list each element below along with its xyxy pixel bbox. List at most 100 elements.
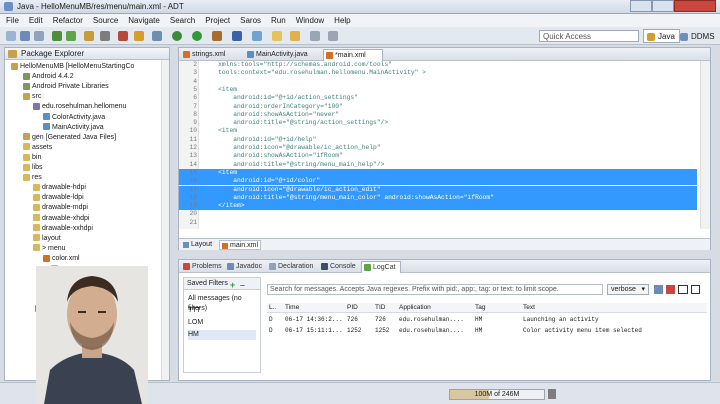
- code-line[interactable]: 14 android:title="@string/menu_main_help…: [179, 161, 697, 169]
- code-line[interactable]: 5 <item: [179, 86, 697, 94]
- tree-item[interactable]: src: [23, 92, 41, 102]
- perspective-ddms-button[interactable]: DDMS: [676, 29, 720, 43]
- tree-item[interactable]: color.xml: [43, 254, 80, 264]
- code-line[interactable]: 4: [179, 78, 697, 86]
- scroll-lock-icon[interactable]: [691, 285, 700, 294]
- menu-help[interactable]: Help: [334, 16, 350, 25]
- menu-search[interactable]: Search: [170, 16, 195, 25]
- debug-icon[interactable]: [172, 31, 182, 41]
- code-line[interactable]: 10 <item: [179, 127, 697, 135]
- tree-item[interactable]: drawable-xxhdpi: [33, 224, 93, 234]
- heap-status[interactable]: 100M of 246M: [449, 389, 545, 400]
- toggle-filters-icon[interactable]: [678, 285, 688, 294]
- code-line[interactable]: 19 </item>: [179, 202, 697, 211]
- build-icon[interactable]: [100, 31, 110, 41]
- code-line[interactable]: 15 <item: [179, 168, 697, 178]
- tree-item[interactable]: drawable-ldpi: [33, 193, 84, 203]
- tab-main-xml-source[interactable]: main.xml: [219, 240, 261, 250]
- tree-item[interactable]: MainActivity.java: [43, 123, 104, 133]
- android-sdk-manager-icon[interactable]: [52, 31, 62, 41]
- menu-navigate[interactable]: Navigate: [128, 16, 160, 25]
- tree-item[interactable]: Android 4.4.2: [23, 72, 74, 82]
- menu-window[interactable]: Window: [296, 16, 324, 25]
- back-icon[interactable]: [310, 31, 320, 41]
- new-icon[interactable]: [6, 31, 16, 41]
- tab-strings-xml[interactable]: strings.xml: [181, 49, 243, 61]
- run-icon[interactable]: [192, 31, 202, 41]
- code-line[interactable]: 21: [179, 219, 697, 227]
- maximize-button[interactable]: [652, 0, 674, 12]
- search-icon[interactable]: [232, 31, 242, 41]
- menu-saros[interactable]: Saros: [240, 16, 261, 25]
- code-line[interactable]: 8 android:showAsAction="never": [179, 111, 697, 119]
- tree-item[interactable]: libs: [23, 163, 43, 173]
- tree-item[interactable]: drawable-hdpi: [33, 183, 86, 193]
- code-line[interactable]: 13 android:showAsAction="ifRoom": [179, 152, 697, 160]
- code-line[interactable]: 6 android:id="@+id/action_settings": [179, 94, 697, 102]
- tab-mainactivity-java[interactable]: MainActivity.java: [245, 49, 319, 61]
- new-class-icon[interactable]: [134, 31, 144, 41]
- tab-declaration[interactable]: Declaration: [267, 261, 317, 273]
- filter-item-all[interactable]: All messages (no filters): [188, 294, 260, 312]
- tab-javadoc[interactable]: Javadoc: [225, 261, 265, 273]
- package-explorer-scrollbar[interactable]: [161, 60, 169, 380]
- next-annotation-icon[interactable]: [272, 31, 282, 41]
- code-line[interactable]: 16 android:id="@+id/color": [179, 177, 697, 186]
- code-line[interactable]: 20: [179, 210, 697, 218]
- tree-item[interactable]: drawable-mdpi: [33, 203, 88, 213]
- logcat-row[interactable]: D 06-17 15:11:1... 1252 1252 edu.rosehulman.…: [267, 326, 707, 336]
- save-all-icon[interactable]: [34, 31, 44, 41]
- code-line[interactable]: 2 xmlns:tools="http://schemas.android.co…: [179, 61, 697, 69]
- clear-log-icon[interactable]: [666, 285, 675, 294]
- logcat-column-header[interactable]: Tag: [475, 303, 485, 313]
- perspective-java-button[interactable]: Java: [643, 29, 680, 43]
- tree-item[interactable]: gen [Generated Java Files]: [23, 133, 116, 143]
- open-type-icon[interactable]: [152, 31, 162, 41]
- logcat-column-header[interactable]: Time: [285, 303, 299, 313]
- tab-layout[interactable]: Layout: [181, 240, 217, 250]
- code-line[interactable]: 9 android:title="@string/action_settings…: [179, 119, 697, 127]
- tree-item[interactable]: HelloMenuMB [HelloMenuStartingCo: [11, 62, 134, 72]
- tab-main-xml[interactable]: *main.xml: [323, 49, 383, 61]
- menu-file[interactable]: File: [6, 16, 19, 25]
- menu-project[interactable]: Project: [205, 16, 230, 25]
- code-line[interactable]: 7 android:orderInCategory="100": [179, 103, 697, 111]
- menu-source[interactable]: Source: [93, 16, 118, 25]
- gc-trash-icon[interactable]: [548, 389, 556, 399]
- external-tools-icon[interactable]: [212, 31, 222, 41]
- editor-scrollbar[interactable]: [700, 61, 710, 229]
- quick-access-input[interactable]: Quick Access: [539, 30, 639, 42]
- code-line[interactable]: 18 android:title="@string/menu_main_colo…: [179, 193, 697, 203]
- tree-item[interactable]: bin: [23, 153, 41, 163]
- logcat-column-header[interactable]: Application: [399, 303, 431, 313]
- logcat-row[interactable]: D 06-17 14:36:2... 726 726 edu.rosehulman...…: [267, 315, 707, 325]
- add-filter-icon[interactable]: +: [230, 279, 235, 291]
- log-level-select[interactable]: verbose ▾: [607, 284, 649, 295]
- filter-item-ttt[interactable]: TTT: [188, 306, 201, 316]
- code-editor[interactable]: 2 xmlns:tools="http://schemas.android.co…: [179, 61, 710, 229]
- tree-item[interactable]: edu.rosehulman.hellomenu: [33, 102, 126, 112]
- logcat-column-header[interactable]: L..: [269, 303, 276, 313]
- menu-refactor[interactable]: Refactor: [53, 16, 83, 25]
- minimize-button[interactable]: [630, 0, 652, 12]
- toggle-mark-icon[interactable]: [252, 31, 262, 41]
- code-line[interactable]: 11 android:id="@+id/help": [179, 136, 697, 144]
- previous-annotation-icon[interactable]: [290, 31, 300, 41]
- tree-item[interactable]: Android Private Libraries: [23, 82, 109, 92]
- new-android-project-icon[interactable]: [118, 31, 128, 41]
- logcat-column-header[interactable]: Text: [523, 303, 535, 313]
- lint-icon[interactable]: [84, 31, 94, 41]
- tree-item[interactable]: drawable-xhdpi: [33, 214, 89, 224]
- tab-logcat[interactable]: LogCat: [361, 261, 401, 273]
- filter-item-lom[interactable]: LOM: [188, 318, 203, 328]
- menu-edit[interactable]: Edit: [29, 16, 43, 25]
- tree-item[interactable]: assets: [23, 143, 52, 153]
- code-line[interactable]: 17 android:icon="@drawable/ic_action_edi…: [179, 185, 697, 194]
- logcat-column-header[interactable]: TID: [375, 303, 385, 313]
- forward-icon[interactable]: [328, 31, 338, 41]
- tab-problems[interactable]: Problems: [181, 261, 223, 273]
- remove-filter-icon[interactable]: –: [240, 279, 245, 291]
- tree-item[interactable]: res: [23, 173, 42, 183]
- tree-item[interactable]: layout: [33, 234, 61, 244]
- menu-run[interactable]: Run: [271, 16, 286, 25]
